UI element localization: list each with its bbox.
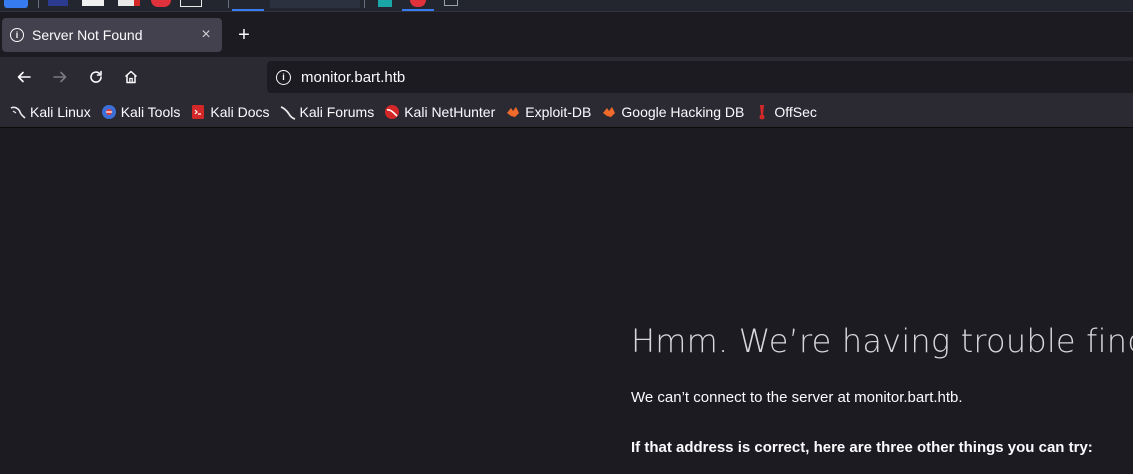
editor-launcher-icon[interactable] bbox=[118, 0, 140, 6]
bookmark-label: Exploit-DB bbox=[525, 104, 592, 120]
close-tab-icon[interactable]: × bbox=[198, 26, 214, 44]
info-icon: i bbox=[10, 28, 24, 42]
home-button[interactable] bbox=[117, 63, 145, 91]
nethunter-icon bbox=[384, 104, 400, 120]
bookmark-label: Google Hacking DB bbox=[621, 104, 745, 120]
error-description: We can’t connect to the server at monito… bbox=[631, 389, 963, 406]
tab-strip: i Server Not Found × + bbox=[0, 12, 1133, 57]
taskbar-separator bbox=[364, 0, 365, 8]
bookmark-label: OffSec bbox=[774, 104, 817, 120]
tab-server-not-found[interactable]: i Server Not Found × bbox=[2, 18, 222, 52]
reload-button[interactable] bbox=[82, 63, 110, 91]
active-workspace-indicator[interactable] bbox=[232, 9, 264, 11]
bookmark-kali-tools[interactable]: Kali Tools bbox=[101, 104, 181, 120]
back-button[interactable] bbox=[10, 63, 38, 91]
bookmarks-toolbar: Kali Linux Kali Tools Kali Docs Kali For… bbox=[0, 97, 1133, 128]
offsec-icon bbox=[754, 104, 770, 120]
kali-menu-icon[interactable] bbox=[4, 0, 28, 8]
os-taskbar bbox=[0, 0, 1133, 12]
ghdb-icon bbox=[601, 104, 617, 120]
exploit-db-icon bbox=[505, 104, 521, 120]
tab-title: Server Not Found bbox=[32, 27, 143, 43]
site-info-icon[interactable]: i bbox=[276, 69, 291, 85]
firefox-window-icon[interactable] bbox=[410, 0, 426, 7]
new-tab-button[interactable]: + bbox=[232, 23, 256, 47]
browser-launcher-icon[interactable] bbox=[151, 0, 171, 7]
error-title: Hmm. We’re having trouble finding that s… bbox=[631, 322, 1133, 360]
forward-button[interactable] bbox=[46, 63, 74, 91]
bookmark-offsec[interactable]: OffSec bbox=[754, 104, 817, 120]
bookmark-kali-nethunter[interactable]: Kali NetHunter bbox=[384, 104, 495, 120]
bookmark-kali-docs[interactable]: Kali Docs bbox=[190, 104, 270, 120]
bookmark-label: Kali Docs bbox=[210, 104, 270, 120]
taskbar-separator bbox=[228, 0, 229, 8]
url-input[interactable]: monitor.bart.htb bbox=[301, 69, 405, 86]
terminal-window-icon[interactable] bbox=[180, 0, 202, 7]
bookmark-label: Kali Forums bbox=[299, 104, 375, 120]
kali-tools-icon bbox=[101, 104, 117, 120]
back-arrow-icon bbox=[17, 71, 31, 83]
page-content: Hmm. We’re having trouble finding that s… bbox=[0, 129, 1133, 474]
terminal-launcher-icon[interactable] bbox=[48, 0, 68, 6]
workspace-item[interactable] bbox=[270, 0, 360, 8]
navigation-toolbar: i monitor.bart.htb bbox=[0, 57, 1133, 97]
kali-dragon-icon bbox=[10, 104, 26, 120]
bookmark-label: Kali Tools bbox=[120, 104, 181, 120]
files-launcher-icon[interactable] bbox=[82, 0, 104, 6]
kali-docs-icon bbox=[190, 104, 206, 120]
bookmark-label: Kali Linux bbox=[30, 104, 91, 120]
bookmark-kali-forums[interactable]: Kali Forums bbox=[280, 104, 375, 120]
url-bar[interactable]: i monitor.bart.htb bbox=[267, 61, 1133, 93]
forward-arrow-icon bbox=[53, 71, 67, 83]
bookmark-kali-linux[interactable]: Kali Linux bbox=[10, 104, 91, 120]
error-suggestions-heading: If that address is correct, here are thr… bbox=[631, 439, 1093, 456]
reload-icon bbox=[90, 70, 102, 83]
bookmark-google-hacking-db[interactable]: Google Hacking DB bbox=[601, 104, 744, 120]
window-icon[interactable] bbox=[444, 0, 458, 6]
bookmark-exploit-db[interactable]: Exploit-DB bbox=[505, 104, 591, 120]
app-window-icon[interactable] bbox=[378, 0, 392, 7]
bookmark-label: Kali NetHunter bbox=[404, 104, 496, 120]
kali-forums-icon bbox=[280, 104, 296, 120]
home-icon bbox=[124, 70, 138, 84]
taskbar-separator bbox=[38, 0, 39, 8]
active-window-indicator bbox=[402, 9, 434, 11]
